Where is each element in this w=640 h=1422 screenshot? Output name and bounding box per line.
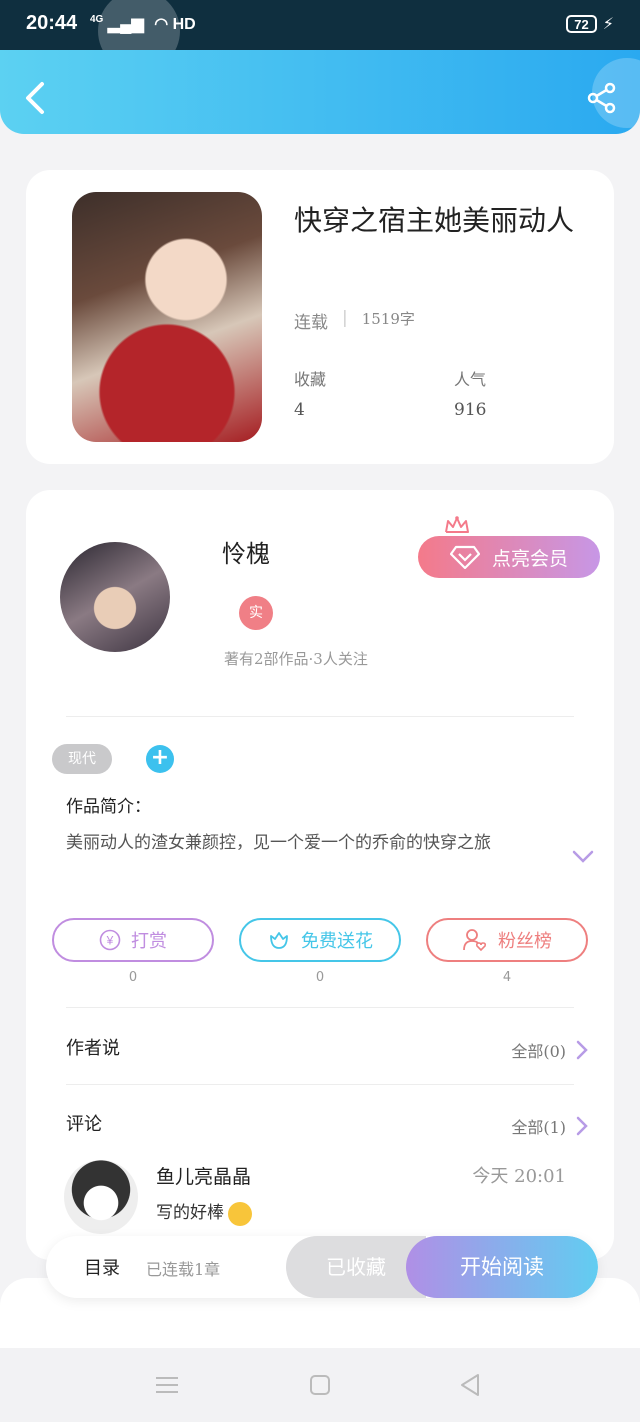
divider [66,1007,574,1008]
collected-button[interactable]: 已收藏 [286,1236,426,1298]
vip-button[interactable]: 点亮会员 [418,536,600,578]
smile-emoji-icon [228,1201,252,1226]
status-time: 20:44 [26,12,78,34]
vip-button-label: 点亮会员 [491,547,568,570]
flower-icon [270,932,288,949]
fans-ranking-label: 粉丝榜 [498,931,552,952]
book-cover[interactable] [72,192,262,442]
commenter-avatar[interactable] [64,1160,138,1234]
yen-icon: ¥ [99,929,121,951]
book-word-count: 1519字 [361,310,415,328]
back-triangle-icon[interactable] [456,1370,486,1400]
status-bar: 20:44 4G ▂▄▆ ◠ HD 72 ⚡ [0,0,640,72]
book-meta: 连载 | 1519字 [294,308,415,333]
reward-button[interactable]: ¥ 打赏 [52,918,214,962]
share-icon[interactable] [586,82,618,114]
meta-divider: | [342,308,348,328]
comment-body: 写的好棒 [156,1198,252,1226]
intro-label: 作品简介： [66,797,151,817]
svg-text:¥: ¥ [106,934,114,948]
system-nav-bar [0,1348,640,1422]
genre-tag[interactable]: 现代 [52,744,112,774]
comments-all-link[interactable]: 全部(1) [511,1114,588,1138]
popularity-stat: 人气 916 [454,366,486,420]
book-info-card: 快穿之宿主她美丽动人 连载 | 1519字 收藏 4 人气 916 [26,170,614,464]
toc-button[interactable]: 目录 [84,1254,120,1280]
divider [66,1084,574,1085]
popularity-value: 916 [454,400,487,420]
comments-all-label: 全部(1) [511,1118,566,1137]
popularity-label: 人气 [454,370,487,389]
fans-count: 4 [502,970,512,985]
diamond-icon [449,545,480,569]
menu-icon[interactable] [152,1370,182,1400]
verified-badge: 实 [239,596,273,630]
author-says-title: 作者说 [66,1038,120,1059]
reward-count: 0 [128,970,138,985]
charging-icon: ⚡ [602,14,614,33]
author-stats: 著有2部作品·3人关注 [224,650,368,668]
comments-title: 评论 [66,1114,102,1135]
fans-icon [463,929,487,952]
comment-text: 写的好棒 [156,1203,224,1223]
start-reading-button[interactable]: 开始阅读 [406,1236,598,1298]
author-says-all-link[interactable]: 全部(0) [511,1038,588,1062]
header-bar [0,50,640,134]
crown-icon [445,516,469,533]
battery-level: 72 [566,14,597,33]
favorites-value: 4 [294,400,305,420]
chevron-down-icon[interactable] [572,850,594,864]
send-flower-label: 免费送花 [301,931,373,952]
reward-label: 打赏 [131,931,167,952]
book-status: 连载 [294,313,328,333]
home-icon[interactable] [305,1370,335,1400]
commenter-name[interactable]: 鱼儿亮晶晶 [156,1162,251,1189]
battery-indicator: 72 ⚡ [566,14,614,33]
author-avatar[interactable] [60,542,170,652]
book-title: 快穿之宿主她美丽动人 [294,204,575,237]
comment-time: 今天 20:01 [472,1166,566,1187]
toc-status: 已连载1章 [146,1260,221,1279]
chevron-right-icon [576,1116,588,1136]
fans-ranking-button[interactable]: 粉丝榜 [426,918,588,962]
chevron-right-icon [576,1040,588,1060]
favorites-stat: 收藏 4 [294,366,326,420]
flower-count: 0 [315,970,325,985]
send-flower-button[interactable]: 免费送花 [239,918,401,962]
author-name[interactable]: 怜槐 [222,534,270,569]
chevron-left-icon[interactable] [22,80,50,116]
book-detail-card: 怜槐 实 著有2部作品·3人关注 点亮会员 现代 + 作品简介： 美丽动人的渣女… [26,490,614,1260]
author-says-all-label: 全部(0) [511,1042,566,1061]
intro-text: 美丽动人的渣女兼颜控，见一个爱一个的乔俞的快穿之旅 [66,833,491,853]
divider [66,716,574,717]
bottom-action-bar: 目录 已连载1章 已收藏 开始阅读 [46,1236,598,1298]
favorites-label: 收藏 [294,370,327,389]
add-tag-button[interactable]: + [146,745,174,773]
